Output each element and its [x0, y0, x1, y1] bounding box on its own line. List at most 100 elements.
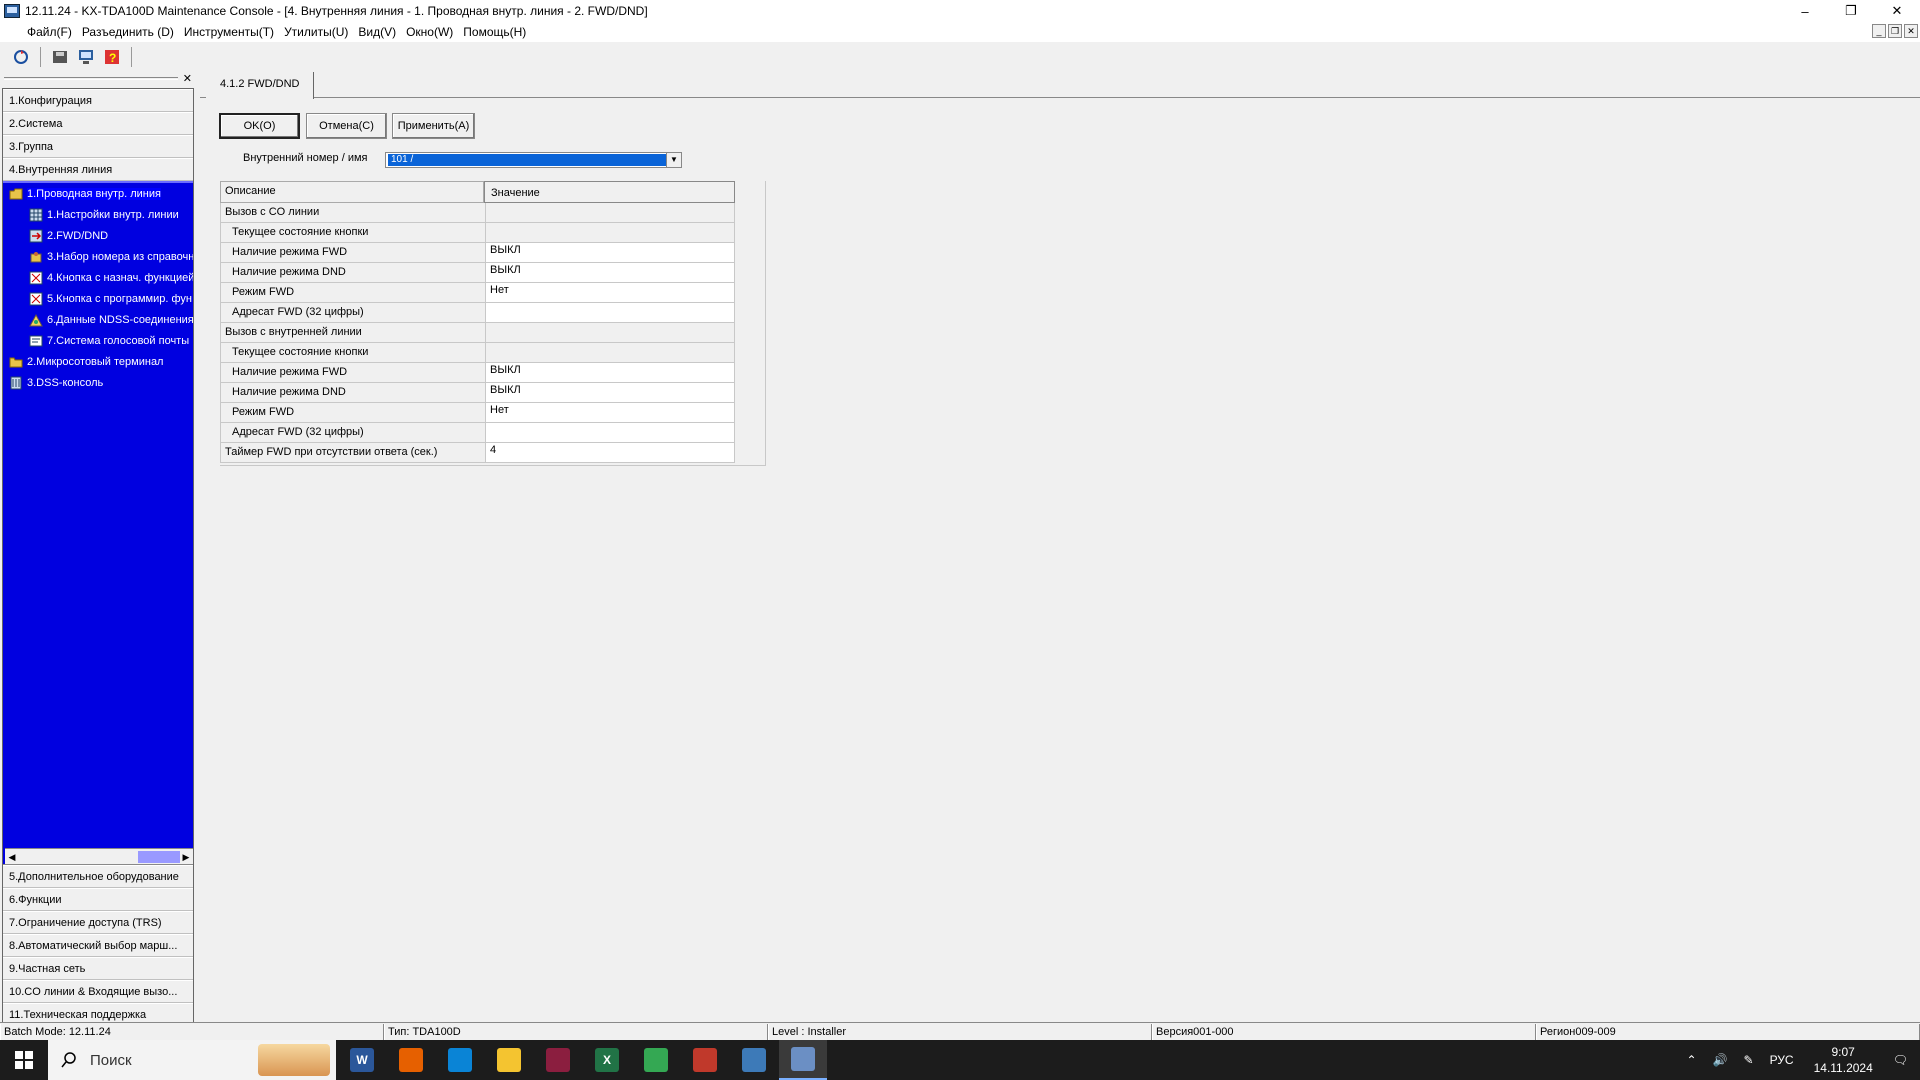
tree-item-extension-settings[interactable]: 1.Настройки внутр. линии	[29, 206, 179, 224]
table-row: Наличие режима DND ВЫКЛ	[220, 383, 735, 403]
row-value-cell[interactable]: ВЫКЛ	[486, 383, 735, 403]
row-value-cell[interactable]	[486, 423, 735, 443]
nav-category-system[interactable]: 2.Система	[3, 112, 193, 135]
taskbar-app-excel[interactable]: X	[583, 1040, 631, 1080]
tree-item-wired-extension[interactable]: 1.Проводная внутр. линия	[9, 185, 161, 203]
app-icon	[693, 1048, 717, 1072]
menu-disconnect[interactable]: Разъединить (D)	[77, 25, 179, 39]
taskbar-app-paint[interactable]	[730, 1040, 778, 1080]
start-button[interactable]	[0, 1040, 48, 1080]
status-level: Level : Installer	[768, 1024, 1152, 1040]
ok-button[interactable]: OK(O)	[219, 113, 300, 139]
menu-help[interactable]: Помощь(H)	[458, 25, 531, 39]
minimize-button[interactable]: –	[1782, 0, 1828, 22]
row-description: Режим FWD	[220, 403, 486, 423]
row-value-cell[interactable]: 4	[486, 443, 735, 463]
menu-bar: Файл(F) Разъединить (D) Инструменты(T) У…	[0, 22, 1920, 42]
connect-icon[interactable]	[10, 46, 32, 68]
search-icon	[61, 1052, 76, 1068]
tree-item-ndss-data[interactable]: 6.Данные NDSS-соединения	[29, 311, 193, 329]
taskbar-app-edge[interactable]	[436, 1040, 484, 1080]
nav-category-optional-equipment[interactable]: 5.Дополнительное оборудование	[3, 865, 193, 888]
notifications-icon[interactable]: 🗨	[1893, 1053, 1908, 1067]
taskbar-app-explorer[interactable]	[485, 1040, 533, 1080]
row-value-cell[interactable]: ВЫКЛ	[486, 243, 735, 263]
row-description: Адресат FWD (32 цифры)	[220, 423, 486, 443]
row-value-cell[interactable]: Нет	[486, 283, 735, 303]
nav-category-features[interactable]: 6.Функции	[3, 888, 193, 911]
folder-icon	[9, 355, 23, 369]
row-description: Вызов с CO линии	[220, 203, 486, 223]
menu-view[interactable]: Вид(V)	[353, 25, 401, 39]
nav-category-co-lines[interactable]: 10.CO линии & Входящие вызо...	[3, 980, 193, 1003]
toolbar-separator	[40, 47, 41, 67]
language-indicator[interactable]: РУС	[1770, 1053, 1794, 1067]
taskbar-app-winrar[interactable]	[534, 1040, 582, 1080]
table-row: Наличие режима FWD ВЫКЛ	[220, 243, 735, 263]
nav-category-configuration[interactable]: 1.Конфигурация	[3, 89, 193, 112]
restore-button[interactable]: ❐	[1828, 0, 1874, 22]
menu-window[interactable]: Окно(W)	[401, 25, 458, 39]
cancel-button[interactable]: Отмена(C)	[306, 113, 387, 139]
nav-category-ars[interactable]: 8.Автоматический выбор марш...	[3, 934, 193, 957]
close-button[interactable]: ✕	[1874, 0, 1920, 22]
mdi-restore-button[interactable]: ❐	[1888, 24, 1902, 38]
help-icon[interactable]: ?	[101, 46, 123, 68]
winrar-icon	[546, 1048, 570, 1072]
table-row: Текущее состояние кнопки	[220, 223, 735, 243]
row-value-cell[interactable]: ВЫКЛ	[486, 363, 735, 383]
row-value-cell[interactable]	[486, 303, 735, 323]
scroll-right-icon[interactable]: ▶	[180, 851, 192, 863]
pen-icon[interactable]: ✎	[1744, 1053, 1754, 1067]
row-value-cell[interactable]: ВЫКЛ	[486, 263, 735, 283]
table-row: Адресат FWD (32 цифры)	[220, 423, 735, 443]
table-row: Вызов с CO линии	[220, 203, 735, 223]
taskbar-app-word[interactable]: W	[338, 1040, 386, 1080]
row-value-cell	[486, 203, 735, 223]
tree-horizontal-scrollbar[interactable]: ◀ ▶	[5, 848, 193, 864]
row-value-cell	[486, 223, 735, 243]
taskbar-app-app[interactable]	[681, 1040, 729, 1080]
taskbar-app-maintenance-console[interactable]	[779, 1040, 827, 1080]
table-row: Вызов с внутренней линии	[220, 323, 735, 343]
mdi-minimize-button[interactable]: _	[1872, 24, 1886, 38]
show-hidden-icons-icon[interactable]: ⌃	[1686, 1053, 1696, 1067]
paint-icon	[742, 1048, 766, 1072]
clock[interactable]: 9:07 14.11.2024	[1814, 1044, 1873, 1076]
nav-category-private-network[interactable]: 9.Частная сеть	[3, 957, 193, 980]
menu-utilities[interactable]: Утилиты(U)	[279, 25, 353, 39]
table-row: Текущее состояние кнопки	[220, 343, 735, 363]
nav-category-group[interactable]: 3.Группа	[3, 135, 193, 158]
tree-item-programmable-button[interactable]: 5.Кнопка с программир. фун	[29, 290, 192, 308]
mdi-close-button[interactable]: ✕	[1904, 24, 1918, 38]
extension-select[interactable]: 101 / ▼	[385, 152, 682, 168]
row-value-cell[interactable]: Нет	[486, 403, 735, 423]
phonebook-icon	[29, 250, 43, 264]
menu-tools[interactable]: Инструменты(T)	[179, 25, 279, 39]
table-row: Адресат FWD (32 цифры)	[220, 303, 735, 323]
nav-category-extension[interactable]: 4.Внутренняя линия	[3, 158, 193, 181]
taskbar-app-firefox[interactable]	[387, 1040, 435, 1080]
disk-icon[interactable]	[49, 46, 71, 68]
tree-item-flexible-button[interactable]: 4.Кнопка с назнач. функцией	[29, 269, 193, 287]
taskbar-search[interactable]: Поиск	[48, 1040, 336, 1080]
chevron-down-icon[interactable]: ▼	[666, 153, 681, 167]
scroll-left-icon[interactable]: ◀	[6, 851, 18, 863]
close-panel-icon[interactable]: ✕	[183, 72, 192, 85]
volume-icon[interactable]: 🔊	[1713, 1053, 1728, 1067]
nav-category-trs[interactable]: 7.Ограничение доступа (TRS)	[3, 911, 193, 934]
tab-fwd-dnd[interactable]: 4.1.2 FWD/DND	[206, 72, 315, 99]
tree-item-directory-dialing[interactable]: 3.Набор номера из справочн	[29, 248, 193, 266]
column-header-value: Значение	[484, 181, 735, 203]
apply-button[interactable]: Применить(A)	[392, 113, 475, 139]
monitor-icon[interactable]	[75, 46, 97, 68]
scroll-thumb[interactable]	[138, 851, 180, 863]
menu-file[interactable]: Файл(F)	[22, 25, 77, 39]
tree-item-voicemail-system[interactable]: 7.Система голосовой почты	[29, 332, 189, 350]
tree-item-dss-console[interactable]: 3.DSS-консоль	[9, 374, 103, 392]
taskbar-app-chrome[interactable]	[632, 1040, 680, 1080]
table-row: Таймер FWD при отсутствии ответа (сек.) 4	[220, 443, 735, 463]
tree-item-microcell-terminal[interactable]: 2.Микросотовый терминал	[9, 353, 163, 371]
svg-text:?: ?	[109, 51, 116, 65]
tree-item-fwd-dnd[interactable]: 2.FWD/DND	[29, 227, 108, 245]
